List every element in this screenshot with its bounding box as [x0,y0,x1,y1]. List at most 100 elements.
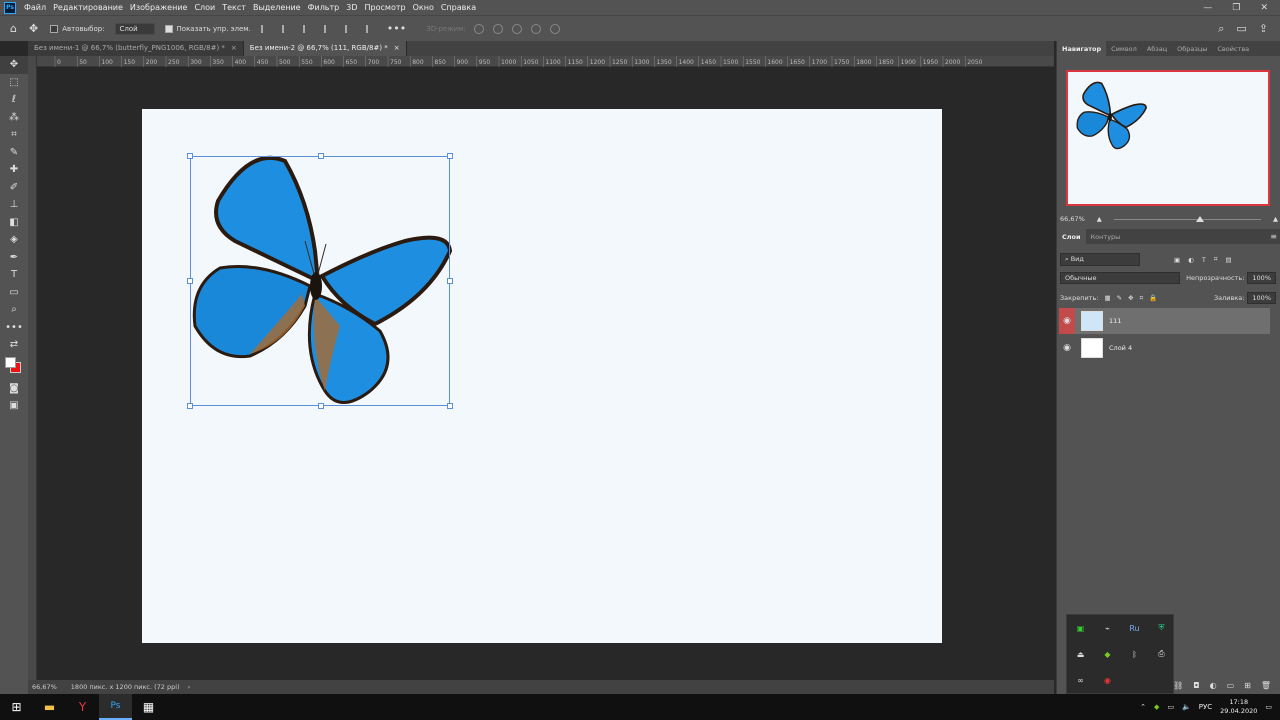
new-group-icon[interactable]: ▭ [1227,681,1235,690]
tab-swatches[interactable]: Образцы [1172,41,1212,56]
add-mask-icon[interactable]: ◘ [1193,681,1199,690]
navigator-zoom-value[interactable]: 66,67% [1060,215,1085,223]
file-explorer-icon[interactable]: ▬ [33,694,66,720]
shape-tool-icon[interactable]: ▭ [0,284,28,302]
new-layer-icon[interactable]: ⊞ [1244,681,1251,690]
roll-3d-icon[interactable] [492,23,503,34]
type-tool-icon[interactable]: T [0,266,28,284]
transform-handle-bottom[interactable] [318,403,324,409]
filter-smart-icon[interactable]: ▤ [1225,256,1231,264]
usb-tray-icon[interactable]: ⏏ [1067,641,1094,667]
quick-select-tool-icon[interactable]: ⁂ [0,109,28,127]
status-zoom[interactable]: 66,67% [32,683,57,691]
menu-window[interactable]: Окно [413,3,434,12]
transform-handle-top-right[interactable] [447,153,453,159]
yandex-browser-icon[interactable]: Y [66,694,99,720]
tab-document-2[interactable]: Без имени-2 @ 66,7% (111, RGB/8#) * × [243,41,407,56]
fill-input[interactable]: 100% [1247,292,1276,304]
eye-visibility-icon[interactable]: ◉ [1059,335,1075,361]
align-top-icon[interactable] [323,24,334,33]
workspace-icon[interactable]: ▭ [1236,22,1246,36]
lasso-tool-icon[interactable]: ℓ [0,91,28,109]
autoselect-checkbox[interactable]: Автовыбор: [50,24,105,33]
stamp-tool-icon[interactable]: ⊥ [0,196,28,214]
move-tool-icon[interactable]: ✥ [29,22,38,35]
align-left-icon[interactable] [260,24,271,33]
show-transform-checkbox[interactable]: Показать упр. элем. [164,24,251,33]
swap-colors-icon[interactable]: ⇄ [0,336,28,354]
menu-view[interactable]: Просмотр [365,3,406,12]
crop-tool-icon[interactable]: ⌗ [0,126,28,144]
layer-name[interactable]: 111 [1109,317,1121,325]
link-layers-icon[interactable]: ⛓ [1173,681,1183,690]
close-tab-icon[interactable]: × [231,44,237,52]
tab-layers[interactable]: Слои [1057,229,1086,244]
zoom-tool-icon[interactable]: ⌕ [0,301,28,319]
tab-properties[interactable]: Свойства [1212,41,1254,56]
menu-edit[interactable]: Редактирование [53,3,123,12]
nvidia-icon[interactable]: ◆ [1154,703,1159,711]
canvas-area[interactable] [37,67,1054,680]
filter-pixel-icon[interactable]: ▣ [1174,256,1180,264]
transform-handle-bottom-right[interactable] [447,403,453,409]
restore-button[interactable]: ❐ [1232,3,1240,13]
more-tools-icon[interactable]: ••• [0,319,28,337]
security-tray-icon[interactable]: ⛨ [1148,615,1175,641]
menu-select[interactable]: Выделение [253,3,301,12]
close-button[interactable]: ✕ [1260,3,1268,13]
zoom-slider[interactable] [1113,215,1261,222]
align-middle-icon[interactable] [344,24,355,33]
network-icon[interactable]: ▭ [1167,703,1174,711]
layer-row[interactable]: ◉ 111 [1059,308,1270,334]
windows-start-icon[interactable]: ⊞ [0,694,33,720]
color-swatches[interactable] [0,354,28,380]
move-tool-icon[interactable]: ✥ [0,56,28,74]
marquee-tool-icon[interactable]: ⬚ [0,74,28,92]
photoshop-logo-icon[interactable]: Ps [4,1,16,14]
align-right-icon[interactable] [302,24,313,33]
slide-3d-icon[interactable] [530,23,541,34]
menu-filter[interactable]: Фильтр [308,3,340,12]
close-tab-icon[interactable]: × [394,44,400,52]
network-off-tray-icon[interactable]: ⌁ [1094,615,1121,641]
menu-file[interactable]: Файл [24,3,46,12]
more-options-icon[interactable]: ••• [387,22,406,35]
panel-menu-icon[interactable]: ≡ [1270,232,1277,241]
drag-3d-icon[interactable] [511,23,522,34]
filter-shape-icon[interactable]: ⌗ [1214,255,1218,264]
bluetooth-tray-icon[interactable]: ᛒ [1121,641,1148,667]
tab-character[interactable]: Символ [1106,41,1142,56]
pen-tool-icon[interactable]: ✒ [0,249,28,267]
zoom-slider-thumb[interactable] [1196,215,1205,222]
layer-name[interactable]: Слой 4 [1109,344,1132,352]
link-tray-icon[interactable]: ∞ [1067,667,1094,693]
transform-handle-top[interactable] [318,153,324,159]
menu-3d[interactable]: 3D [346,3,357,12]
kind-filter-dropdown[interactable]: ⌕ Вид [1060,253,1140,266]
nvidia-tray-icon[interactable]: ◆ [1094,641,1121,667]
transform-bounding-box[interactable] [187,153,453,409]
minimize-button[interactable]: — [1203,3,1212,13]
lock-artboard-icon[interactable]: ⌗ [1140,294,1144,303]
transform-handle-top-left[interactable] [187,153,193,159]
transform-handle-bottom-left[interactable] [187,403,193,409]
lock-position-icon[interactable]: ✥ [1128,294,1133,302]
blend-mode-dropdown[interactable]: Обычные [1060,272,1181,284]
calculator-icon[interactable]: ▦ [132,694,165,720]
transform-handle-left[interactable] [187,278,193,284]
eyedropper-tool-icon[interactable]: ✎ [0,144,28,162]
eye-visibility-icon[interactable]: ◉ [1059,308,1075,334]
transform-handle-right[interactable] [447,278,453,284]
navigator-preview[interactable] [1066,70,1270,206]
align-bottom-icon[interactable] [365,24,376,33]
record-tray-icon[interactable]: ◉ [1094,667,1121,693]
menu-help[interactable]: Справка [441,3,476,12]
healing-brush-tool-icon[interactable]: ✚ [0,161,28,179]
chevron-up-icon[interactable]: ⌃ [1140,703,1146,711]
brush-tool-icon[interactable]: ✐ [0,179,28,197]
quick-mask-icon[interactable]: ◙ [0,380,28,398]
menu-image[interactable]: Изображение [130,3,188,12]
screen-mode-icon[interactable]: ▣ [0,397,28,415]
document-canvas[interactable] [142,109,942,643]
horizontal-ruler[interactable]: 0 50 100 150 200 250 300 350 400 450 500 550 600 650 7… [37,56,1054,67]
